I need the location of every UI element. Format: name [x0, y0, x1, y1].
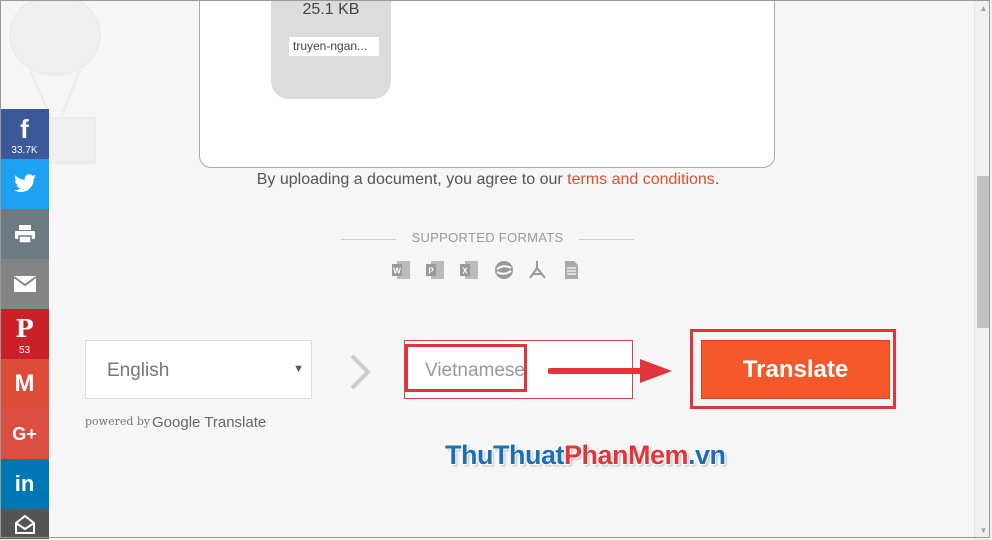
pinterest-share-count: 53 [18, 345, 31, 356]
facebook-icon: f [20, 114, 29, 144]
terms-prefix: By uploading a document, you agree to ou… [256, 171, 568, 188]
annotation-arrow [548, 359, 672, 383]
chevron-right-icon [350, 354, 371, 390]
svg-text:X: X [462, 267, 468, 276]
print-button[interactable] [0, 209, 49, 259]
printer-icon [14, 225, 35, 244]
email-share-button[interactable] [0, 259, 49, 309]
excel-icon: X [460, 260, 479, 280]
opendocument-icon [494, 260, 513, 280]
scroll-down-arrow-icon[interactable]: ▼ [975, 522, 992, 538]
scrollbar-thumb[interactable] [977, 176, 990, 328]
powerpoint-icon: P [426, 260, 445, 280]
facebook-share-button[interactable]: f 33.7K [0, 109, 49, 159]
twitter-share-button[interactable] [0, 159, 49, 209]
envelope-icon [12, 276, 37, 292]
translate-button[interactable]: Translate [701, 340, 890, 399]
more-share-button[interactable] [0, 509, 49, 539]
text-file-icon [562, 260, 581, 280]
file-name: truyen-ngan... [289, 37, 379, 56]
google-plus-share-button[interactable]: G+ [0, 409, 49, 459]
social-share-sidebar: f 33.7K P 53 M G+ in [0, 109, 49, 539]
inbox-icon [14, 514, 35, 534]
scroll-up-arrow-icon[interactable]: ▲ [975, 0, 992, 16]
file-size: 25.1 KB [302, 1, 360, 18]
dropdown-caret-icon: ▼ [293, 363, 304, 375]
google-translate-logo: Google Translate [152, 414, 267, 431]
watermark-part1: ThuThuat [445, 440, 564, 470]
pdf-icon [528, 260, 547, 280]
supported-formats-header: SUPPORTED FORMATS [341, 230, 634, 250]
word-icon: W [392, 260, 411, 280]
linkedin-share-button[interactable]: in [0, 459, 49, 509]
terms-link[interactable]: terms and conditions [567, 171, 715, 188]
google-plus-icon: G+ [12, 424, 37, 444]
upload-area[interactable]: 25.1 KB truyen-ngan... [199, 0, 775, 168]
pinterest-share-button[interactable]: P 53 [0, 309, 49, 359]
uploaded-file-card[interactable]: 25.1 KB truyen-ngan... [271, 0, 391, 99]
terms-notice: By uploading a document, you agree to ou… [0, 171, 976, 189]
pinterest-icon: P [15, 314, 34, 343]
format-icons: W P X [392, 260, 581, 282]
target-language-highlight [405, 344, 527, 392]
watermark-part3: .vn [688, 440, 726, 470]
svg-text:P: P [428, 267, 434, 276]
twitter-icon [13, 174, 36, 193]
vertical-scrollbar[interactable]: ▲ ▼ [974, 0, 992, 540]
divider-right [579, 239, 634, 240]
linkedin-icon: in [14, 471, 35, 496]
svg-text:W: W [393, 267, 401, 276]
supported-formats-title: SUPPORTED FORMATS [411, 230, 564, 245]
powered-by-label: powered by [85, 415, 151, 428]
source-language-value: English [107, 360, 170, 381]
gmail-share-button[interactable]: M [0, 359, 49, 409]
watermark-part2: PhanMem [563, 440, 689, 470]
gmail-icon: M [14, 370, 35, 397]
source-language-select[interactable]: English ▼ [85, 340, 312, 399]
terms-suffix: . [714, 171, 720, 188]
site-watermark: ThuThuatPhanMem.vn [445, 440, 726, 471]
facebook-share-count: 33.7K [11, 145, 38, 156]
